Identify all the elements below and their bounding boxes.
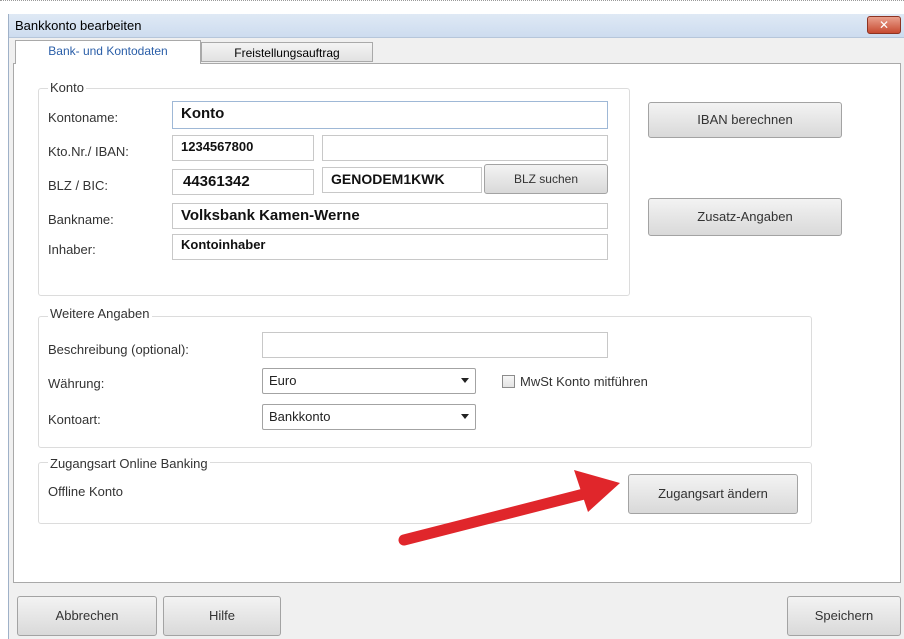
blz-input[interactable]: 44361342 — [172, 169, 314, 195]
ktonr-label: Kto.Nr./ IBAN: — [48, 144, 129, 159]
mwst-label: MwSt Konto mitführen — [520, 374, 648, 389]
iban-berechnen-button[interactable]: IBAN berechnen — [648, 102, 842, 138]
zugangsart-aendern-label: Zugangsart ändern — [658, 486, 768, 501]
blz-suchen-label: BLZ suchen — [513, 172, 579, 186]
inhaber-label: Inhaber: — [48, 242, 96, 257]
bankname-label: Bankname: — [48, 212, 114, 227]
kontoart-value: Bankkonto — [269, 409, 331, 424]
iban-input[interactable] — [322, 135, 608, 161]
screenshot-border — [0, 0, 904, 3]
tab-bank-und-kontodaten[interactable]: Bank- und Kontodaten — [15, 40, 201, 64]
mwst-checkbox[interactable] — [502, 375, 515, 388]
kontoname-input[interactable]: Konto — [172, 101, 608, 129]
close-button[interactable]: ✕ — [867, 16, 901, 34]
abbrechen-label: Abbrechen — [55, 608, 119, 623]
tab-panel: Konto Kontoname: Konto Kto.Nr./ IBAN: 12… — [13, 63, 901, 583]
iban-berechnen-label: IBAN berechnen — [697, 112, 793, 127]
abbrechen-button[interactable]: Abbrechen — [17, 596, 157, 636]
tab-label: Freistellungsauftrag — [234, 46, 340, 60]
zusatz-angaben-label: Zusatz-Angaben — [697, 209, 793, 224]
chevron-down-icon — [461, 414, 469, 419]
weitere-angaben-title: Weitere Angaben — [48, 306, 152, 321]
zugangsart-aendern-button[interactable]: Zugangsart ändern — [628, 474, 798, 514]
speichern-label: Speichern — [814, 608, 874, 623]
waehrung-label: Währung: — [48, 376, 105, 391]
chevron-down-icon — [461, 378, 469, 383]
tab-label: Bank- und Kontodaten — [48, 44, 168, 58]
ktonr-input[interactable]: 1234567800 — [172, 135, 314, 161]
blz-label: BLZ / BIC: — [48, 178, 108, 193]
beschreibung-label: Beschreibung (optional): — [48, 342, 189, 357]
blz-suchen-button[interactable]: BLZ suchen — [484, 164, 608, 194]
zugangsart-title: Zugangsart Online Banking — [48, 456, 210, 471]
inhaber-input[interactable]: Kontoinhaber — [172, 234, 608, 260]
waehrung-select[interactable]: Euro — [262, 368, 476, 394]
bic-input[interactable]: GENODEM1KWK — [322, 167, 482, 193]
waehrung-value: Euro — [269, 373, 297, 388]
close-icon: ✕ — [878, 18, 890, 32]
hilfe-label: Hilfe — [208, 608, 235, 623]
speichern-button[interactable]: Speichern — [787, 596, 901, 636]
bankname-input[interactable]: Volksbank Kamen-Werne — [172, 203, 608, 229]
kontoart-select[interactable]: Bankkonto — [262, 404, 476, 430]
zugangsart-status: Offline Konto — [48, 484, 123, 499]
beschreibung-input[interactable] — [262, 332, 608, 358]
dialog-window: Bankkonto bearbeiten ✕ Bank- und Kontoda… — [8, 14, 904, 639]
window-title: Bankkonto bearbeiten — [15, 18, 142, 33]
zusatz-angaben-button[interactable]: Zusatz-Angaben — [648, 198, 842, 236]
title-bar: Bankkonto bearbeiten ✕ — [9, 14, 904, 38]
kontoname-label: Kontoname: — [48, 110, 119, 125]
kontoart-label: Kontoart: — [48, 412, 101, 427]
tab-freistellungsauftrag[interactable]: Freistellungsauftrag — [201, 42, 373, 62]
konto-group-title: Konto — [48, 80, 86, 95]
hilfe-button[interactable]: Hilfe — [163, 596, 281, 636]
